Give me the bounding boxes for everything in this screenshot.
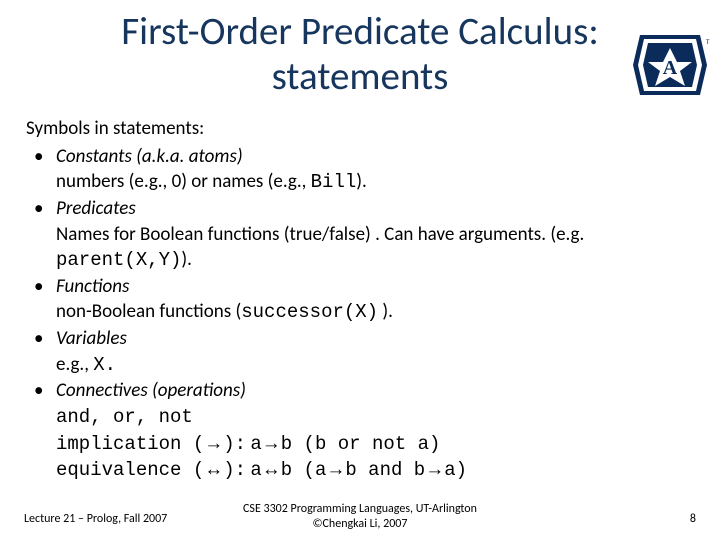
svg-text:TM: TM — [706, 37, 710, 46]
footer-center-l1: CSE 3302 Programming Languages, UT-Arlin… — [243, 502, 477, 516]
code-text: and, or, not — [56, 406, 193, 428]
slide-body: Symbols in statements: Constants (a.k.a.… — [26, 116, 694, 484]
code-text: a — [250, 433, 261, 455]
desc-text: ). — [356, 170, 367, 193]
slide: First-Order Predicate Calculus: statemen… — [0, 0, 720, 540]
footer-center-l2: ©Chengkai Li, 2007 — [313, 517, 408, 531]
desc-text: ). — [378, 300, 393, 323]
list-item: Functions non-Boolean functions (success… — [26, 274, 694, 326]
code-text: X. — [93, 354, 116, 376]
title-line-2: statements — [272, 53, 449, 100]
desc-text: e.g., — [56, 353, 93, 376]
code-text: a — [250, 459, 261, 481]
arrow-icon: → — [326, 459, 345, 480]
list-item: Connectives (operations) and, or, not im… — [26, 378, 694, 484]
term-connectives: Connectives (operations) — [56, 379, 246, 402]
code-text: equivalence ( — [56, 459, 204, 481]
term-constants: Constants (a.k.a. atoms) — [56, 145, 243, 168]
page-number: 8 — [690, 512, 696, 526]
title-line-1: First-Order Predicate Calculus: — [121, 8, 599, 55]
desc-text: numbers (e.g., 0) or names (e.g., — [56, 170, 311, 193]
term-functions: Functions — [56, 275, 129, 298]
code-text: Bill — [311, 171, 357, 193]
list-item: Predicates Names for Boolean functions (… — [26, 196, 694, 274]
arrow-icon: → — [262, 433, 281, 454]
bi-arrow-icon: ↔ — [262, 459, 281, 480]
code-text: a) — [444, 459, 467, 481]
code-text: implication ( — [56, 433, 204, 455]
term-predicates: Predicates — [56, 197, 136, 220]
uta-logo: A TM — [630, 30, 710, 100]
code-text: parent(X,Y) — [56, 249, 181, 271]
code-text: b and b — [345, 459, 425, 481]
desc-text: ). — [181, 248, 192, 271]
code-text: ): — [223, 433, 246, 455]
slide-footer: Lecture 21 – Prolog, Fall 2007 CSE 3302 … — [0, 500, 720, 532]
desc-text: non-Boolean functions ( — [56, 300, 241, 323]
bullet-list: Constants (a.k.a. atoms) numbers (e.g., … — [26, 144, 694, 484]
arrow-icon: → — [425, 459, 444, 480]
footer-center: CSE 3302 Programming Languages, UT-Arlin… — [0, 502, 720, 532]
list-item: Constants (a.k.a. atoms) numbers (e.g., … — [26, 144, 694, 196]
lead-text: Symbols in statements: — [26, 116, 694, 142]
bi-arrow-icon: ↔ — [204, 459, 223, 480]
list-item: Variables e.g., X. — [26, 326, 694, 378]
code-text: ): — [223, 459, 246, 481]
svg-text:A: A — [663, 57, 678, 79]
code-text: successor(X) — [241, 301, 378, 323]
desc-text: Names for Boolean functions (true/false)… — [56, 223, 584, 246]
arrow-icon: → — [204, 433, 223, 454]
code-text: b (b or not a) — [281, 433, 441, 455]
term-variables: Variables — [56, 327, 127, 350]
slide-title: First-Order Predicate Calculus: statemen… — [0, 10, 720, 100]
code-text: b (a — [281, 459, 327, 481]
